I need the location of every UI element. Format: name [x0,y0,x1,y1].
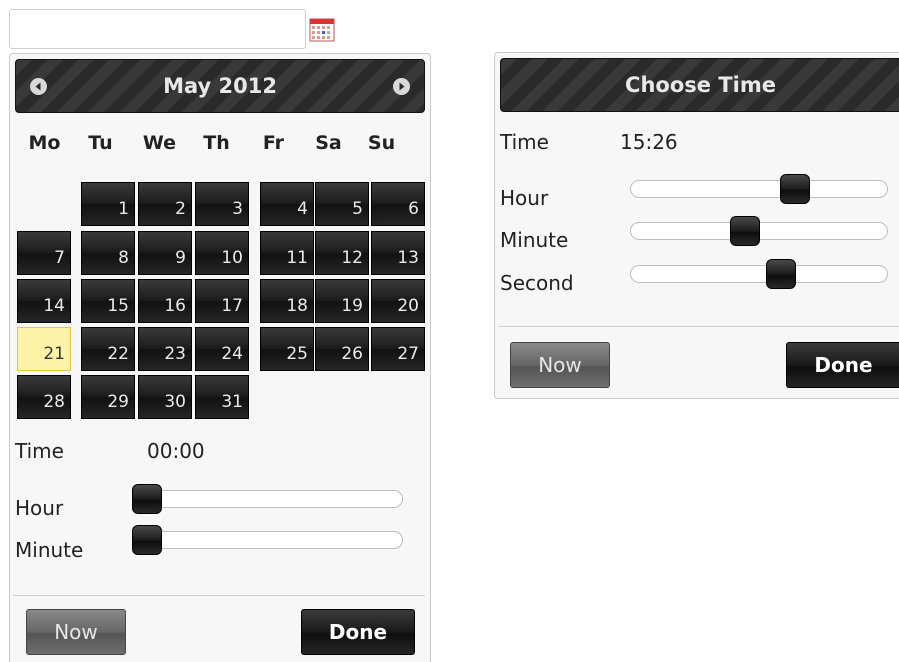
divider [498,326,899,327]
next-month-icon[interactable] [393,78,410,95]
day-cell[interactable]: 27 [371,327,425,371]
minute-slider[interactable] [132,525,403,555]
day-cell[interactable]: 13 [371,231,425,275]
prev-month-icon[interactable] [30,78,47,95]
day-cell[interactable]: 5 [315,182,369,226]
time-value: 15:26 [620,130,678,154]
minute-slider[interactable] [630,216,888,246]
time-value: 00:00 [147,439,205,463]
hour-label: Hour [15,496,64,520]
day-cell[interactable]: 28 [17,375,71,419]
now-button[interactable]: Now [26,609,126,655]
day-cell[interactable]: 17 [195,279,249,323]
day-cell[interactable]: 3 [195,182,249,226]
day-cell[interactable]: 26 [315,327,369,371]
day-cell[interactable]: 12 [315,231,369,275]
weekday-header: Fr [262,132,285,154]
weekday-header: Th [203,132,230,154]
time-label: Time [15,439,64,463]
divider [13,595,425,596]
timepicker-panel: Choose Time Time 15:26 Hour Minute Secon… [494,52,899,399]
hour-label: Hour [500,186,549,210]
hour-slider-handle[interactable] [132,484,162,514]
second-label: Second [500,271,574,295]
hour-slider-handle[interactable] [779,174,810,204]
date-input[interactable] [9,9,306,49]
day-cell[interactable]: 10 [195,231,249,275]
timepicker-title: Choose Time [625,73,776,97]
done-button[interactable]: Done [301,609,415,655]
weekday-header: Sa [315,132,342,154]
day-cell[interactable]: 20 [371,279,425,323]
day-cell[interactable]: 18 [260,279,314,323]
day-cell[interactable]: 22 [81,327,135,371]
day-cell[interactable]: 14 [17,279,71,323]
day-cell[interactable]: 25 [260,327,314,371]
day-cell[interactable]: 2 [138,182,192,226]
day-cell[interactable]: 23 [138,327,192,371]
calendar-icon[interactable] [309,18,335,42]
minute-label: Minute [500,228,569,252]
day-cell[interactable]: 9 [138,231,192,275]
day-cell[interactable]: 29 [81,375,135,419]
day-cell[interactable]: 16 [138,279,192,323]
second-slider-handle[interactable] [765,259,796,289]
weekday-header: Tu [88,132,113,154]
hour-slider[interactable] [630,174,888,204]
weekday-header: Su [367,132,396,154]
timepicker-header: Choose Time [500,58,899,112]
day-cell[interactable]: 24 [195,327,249,371]
day-cell[interactable]: 11 [260,231,314,275]
second-slider[interactable] [630,259,888,289]
weekday-header: Mo [28,132,61,154]
month-year-title: May 2012 [163,74,277,98]
minute-label: Minute [15,538,84,562]
day-cell[interactable]: 19 [315,279,369,323]
now-button[interactable]: Now [510,342,610,388]
day-cell-selected[interactable]: 21 [17,327,71,371]
day-cell[interactable]: 6 [371,182,425,226]
done-button[interactable]: Done [786,342,899,388]
day-cell[interactable]: 7 [17,231,71,275]
day-cell[interactable]: 8 [81,231,135,275]
datepicker-panel: May 2012 Mo Tu We Th Fr Sa Su 1 2 3 4 5 … [9,53,431,662]
day-cell[interactable]: 1 [81,182,135,226]
minute-slider-handle[interactable] [730,216,761,246]
time-label: Time [500,130,549,154]
day-cell[interactable]: 15 [81,279,135,323]
day-cell[interactable]: 31 [195,375,249,419]
day-cell[interactable]: 4 [260,182,314,226]
hour-slider[interactable] [132,484,403,514]
weekday-header: We [142,132,177,154]
datepicker-header: May 2012 [15,59,425,113]
minute-slider-handle[interactable] [132,525,162,555]
day-cell[interactable]: 30 [138,375,192,419]
